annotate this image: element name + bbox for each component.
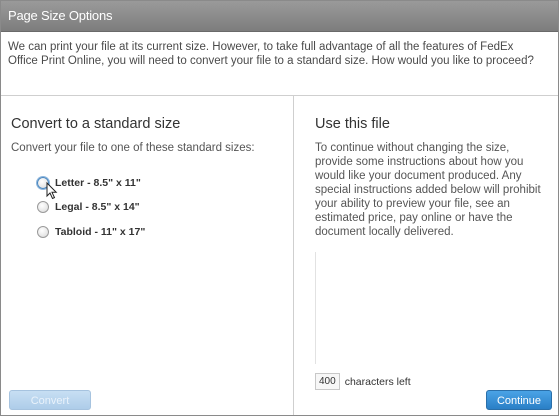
radio-button-legal[interactable] [37, 201, 49, 213]
convert-heading: Convert to a standard size [11, 116, 181, 132]
special-instructions-field[interactable] [315, 252, 548, 364]
dialog-titlebar: Page Size Options [1, 1, 558, 32]
chars-left-count: 400 [315, 373, 340, 390]
convert-panel: Convert to a standard size Convert your … [1, 96, 294, 415]
chars-left-label: characters left [344, 375, 411, 388]
use-file-panel: Use this file To continue without changi… [294, 96, 558, 415]
intro-text: We can print your file at its current si… [8, 41, 534, 67]
mouse-pointer-icon [46, 182, 58, 200]
use-file-heading: Use this file [315, 116, 390, 132]
character-counter: 400 characters left [315, 373, 411, 390]
option-legal[interactable]: Legal - 8.5" x 14" [37, 199, 140, 215]
option-label-letter: Letter - 8.5" x 11" [55, 177, 141, 189]
convert-button[interactable]: Convert [9, 390, 91, 410]
dialog-title: Page Size Options [8, 8, 113, 23]
option-label-legal: Legal - 8.5" x 14" [55, 201, 140, 213]
radio-button-tabloid[interactable] [37, 226, 49, 238]
page-size-options-dialog: Page Size Options We can print your file… [0, 0, 559, 416]
option-label-tabloid: Tabloid - 11" x 17" [55, 226, 146, 238]
option-tabloid[interactable]: Tabloid - 11" x 17" [37, 224, 145, 240]
convert-subtext: Convert your file to one of these standa… [11, 142, 255, 154]
continue-button[interactable]: Continue [486, 390, 552, 410]
use-file-description: To continue without changing the size, p… [315, 142, 541, 238]
